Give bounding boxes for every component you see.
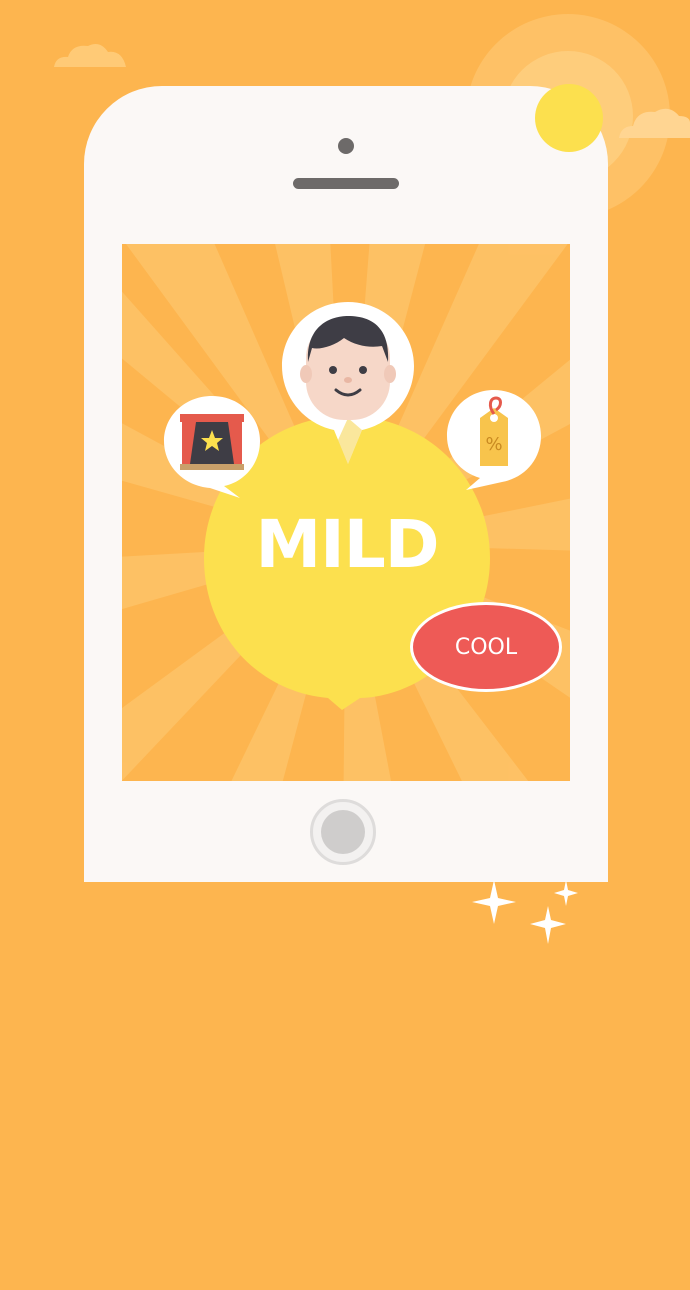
discount-tag-icon[interactable]: %: [444, 388, 544, 492]
svg-text:%: %: [485, 434, 502, 455]
cool-button[interactable]: COOL: [410, 602, 562, 692]
sparkle-icon: [472, 880, 578, 944]
phone-screen: MILD % COOL: [122, 244, 570, 781]
home-button-core: [321, 810, 365, 854]
cloud-icon: [619, 108, 690, 138]
cloud-icon: [54, 44, 126, 67]
sun-icon: [535, 84, 603, 152]
headline-text: MILD: [255, 506, 439, 583]
app-screen: MILD % COOL: [0, 0, 690, 1290]
theater-stage-star-icon[interactable]: [162, 394, 264, 502]
phone-speaker: [293, 178, 399, 189]
home-button[interactable]: [310, 799, 376, 865]
person-avatar-icon[interactable]: [278, 300, 418, 466]
phone-camera: [338, 138, 354, 154]
